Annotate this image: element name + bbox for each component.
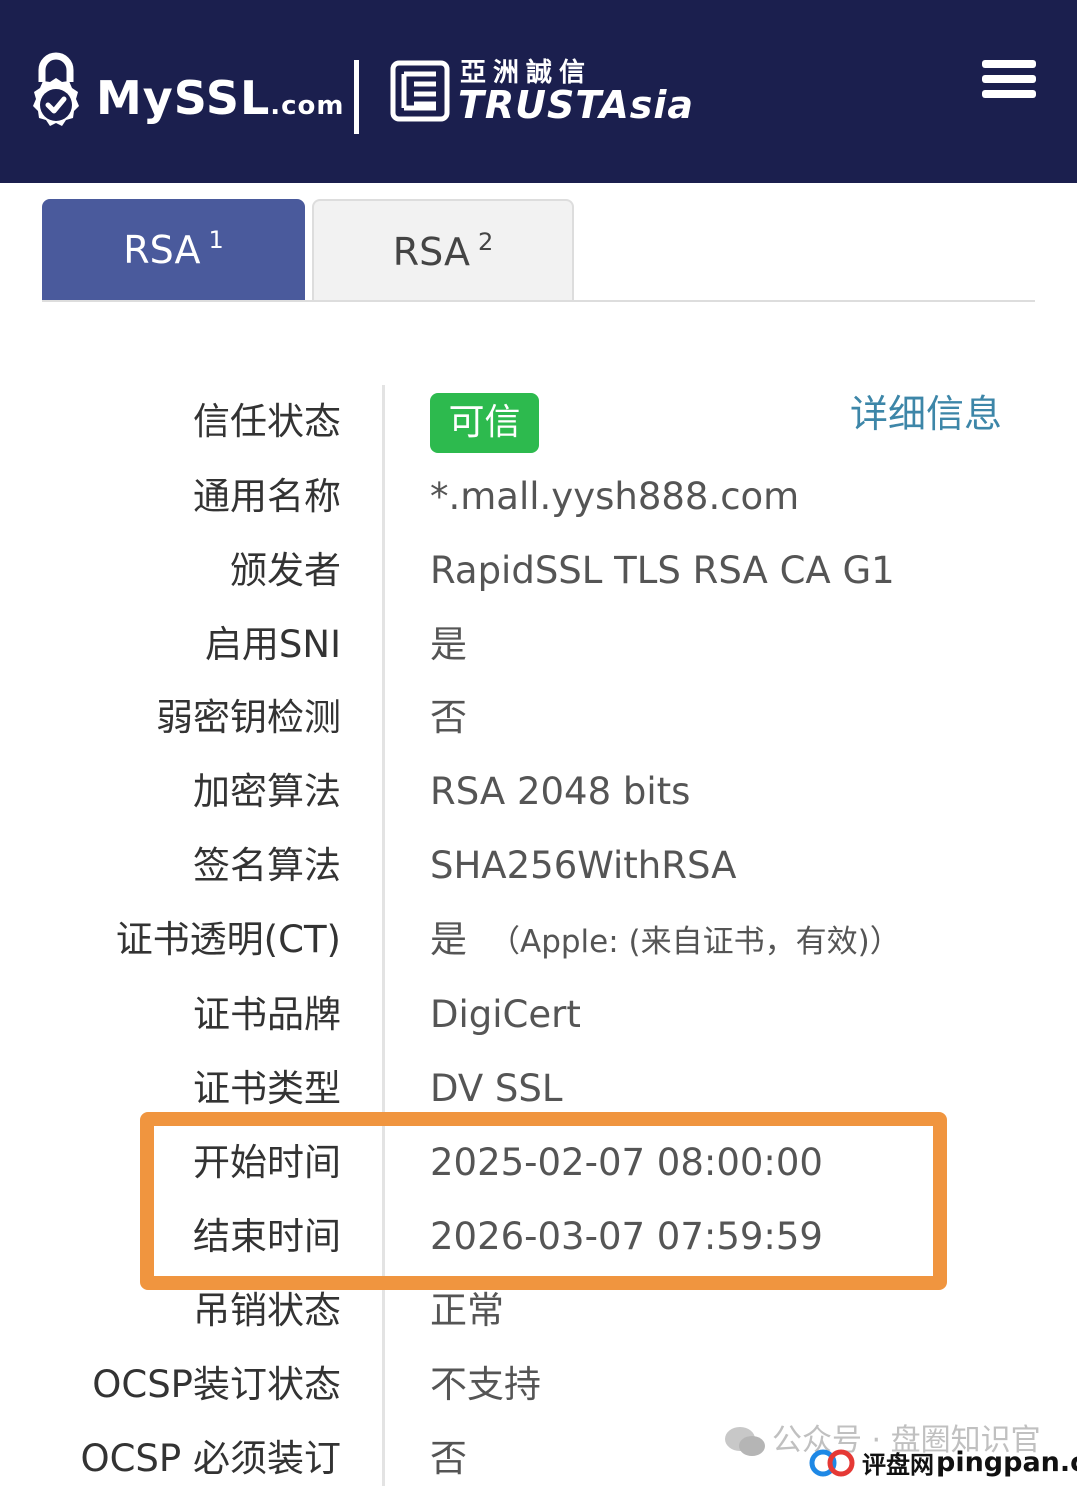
field-value: 是	[430, 623, 467, 666]
row-sni: 启用SNI 是	[0, 608, 1077, 682]
watermark-site-name: 评盘网	[862, 1451, 934, 1479]
menu-bar	[982, 90, 1036, 98]
ct-note: （Apple: (来自证书，有效)）	[489, 924, 901, 960]
row-common-name: 通用名称 *.mall.yysh888.com	[0, 460, 1077, 534]
menu-bar	[982, 60, 1036, 68]
validity-highlight-box	[140, 1112, 947, 1290]
field-value: DigiCert	[430, 993, 581, 1036]
field-label: 签名算法	[193, 844, 341, 887]
wechat-icon	[725, 1427, 765, 1456]
myssl-logo[interactable]: MySSL.com	[96, 70, 345, 134]
field-value: *.mall.yysh888.com	[430, 475, 800, 518]
field-label: 证书透明(CT)	[115, 918, 341, 961]
field-label: 弱密钥检测	[156, 696, 341, 739]
hamburger-menu-icon[interactable]	[982, 60, 1036, 112]
tab-underline	[42, 300, 1035, 302]
field-label: 证书品牌	[193, 993, 341, 1036]
pingpan-logo-icon	[809, 1449, 855, 1477]
field-value: 是 （Apple: (来自证书，有效)）	[430, 903, 901, 977]
logo-text: MySSL	[96, 71, 271, 125]
field-label: 启用SNI	[204, 623, 341, 666]
watermark-site-url: pingpan.cc	[936, 1447, 1077, 1478]
row-issuer: 颁发者 RapidSSL TLS RSA CA G1	[0, 534, 1077, 608]
row-weak-key: 弱密钥检测 否	[0, 681, 1077, 755]
field-label: OCSP装订状态	[92, 1363, 341, 1406]
menu-bar	[982, 75, 1036, 83]
row-certificate-transparency: 证书透明(CT) 是 （Apple: (来自证书，有效)）	[0, 903, 1077, 977]
logo-divider	[354, 60, 359, 134]
field-label: 加密算法	[193, 770, 341, 813]
trustasia-english-name: TRUSTAsia	[458, 83, 695, 127]
field-label: 通用名称	[193, 475, 341, 518]
lock-check-icon	[33, 52, 79, 126]
field-label: 颁发者	[230, 549, 341, 592]
tab-label: RSA	[392, 230, 470, 274]
field-value: RapidSSL TLS RSA CA G1	[430, 549, 895, 592]
field-value: RSA 2048 bits	[430, 770, 691, 813]
row-trust-status: 信任状态	[0, 385, 1077, 459]
trustasia-mark-icon	[390, 60, 450, 122]
site-header: MySSL.com 亞洲誠信 TRUSTAsia	[0, 0, 1077, 183]
tab-label: RSA	[123, 228, 201, 272]
tab-index: 1	[208, 226, 224, 254]
field-value: 不支持	[430, 1363, 541, 1406]
row-brand: 证书品牌 DigiCert	[0, 978, 1077, 1052]
row-ocsp-stapling: OCSP装订状态 不支持	[0, 1348, 1077, 1422]
tab-rsa-1[interactable]: RSA 1	[42, 199, 305, 302]
tab-index: 2	[477, 228, 494, 256]
row-signature-algorithm: 签名算法 SHA256WithRSA	[0, 829, 1077, 903]
field-value: 否	[430, 696, 467, 739]
field-label: OCSP 必须装订	[80, 1437, 341, 1480]
logo-domain: .com	[270, 91, 345, 121]
field-label: 信任状态	[193, 400, 341, 443]
field-value: SHA256WithRSA	[430, 844, 737, 887]
row-key-algorithm: 加密算法 RSA 2048 bits	[0, 755, 1077, 829]
field-value: 否	[430, 1437, 467, 1480]
tab-rsa-2[interactable]: RSA 2	[312, 199, 574, 302]
ct-value: 是	[430, 918, 467, 961]
